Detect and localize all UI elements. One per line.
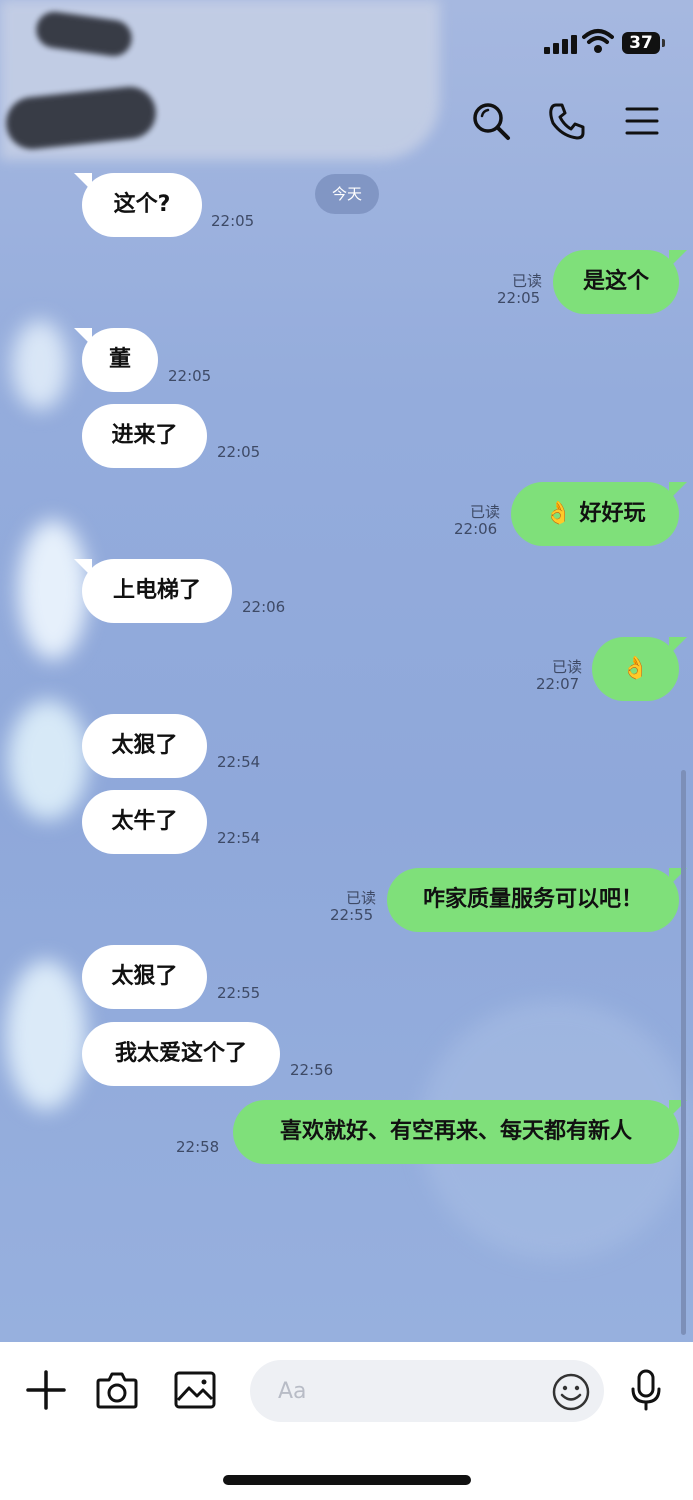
message-time: 22:06 [454, 520, 498, 538]
message-time: 22:05 [168, 367, 212, 385]
avatar [12, 320, 68, 410]
message-bubble-outgoing[interactable]: 👌 好好玩 [511, 482, 687, 546]
battery-cap [662, 39, 665, 47]
message-bubble-outgoing[interactable]: 是这个 [553, 250, 687, 314]
battery-indicator: 37 [622, 32, 660, 54]
message-time: 22:05 [211, 212, 255, 230]
avatar [18, 520, 88, 660]
message-time: 22:07 [536, 675, 580, 693]
avatar [6, 960, 86, 1110]
message-bubble-incoming[interactable]: 太狠了 [82, 714, 207, 778]
message-time: 22:56 [290, 1061, 334, 1079]
message-time: 22:54 [217, 829, 261, 847]
date-separator: 今天 [315, 174, 379, 214]
emoji-icon[interactable] [549, 1370, 593, 1414]
search-icon[interactable] [470, 100, 512, 142]
message-time: 22:05 [217, 443, 261, 461]
message-time: 22:05 [497, 289, 541, 307]
read-receipt: 已读 [511, 272, 542, 290]
signal-icon [544, 34, 578, 54]
mic-icon[interactable] [624, 1368, 668, 1412]
message-bubble-incoming[interactable]: 进来了 [82, 404, 207, 468]
scrollbar[interactable] [681, 770, 686, 1335]
camera-icon[interactable] [95, 1368, 139, 1412]
menu-icon[interactable] [621, 100, 663, 142]
home-indicator[interactable] [223, 1475, 471, 1485]
message-bubble-outgoing[interactable]: 喜欢就好、有空再来、每天都有新人 [233, 1100, 687, 1164]
status-bar: 37 [0, 0, 693, 90]
image-icon[interactable] [173, 1368, 217, 1412]
message-time: 22:58 [176, 1138, 220, 1156]
message-time: 22:06 [242, 598, 286, 616]
message-time: 22:55 [330, 906, 374, 924]
read-receipt: 已读 [469, 503, 500, 521]
message-bubble-incoming[interactable]: 我太爱这个了 [82, 1022, 280, 1086]
wifi-icon [582, 29, 614, 53]
message-bubble-incoming[interactable]: 上电梯了 [74, 559, 232, 623]
message-bubble-incoming[interactable]: 董 [74, 328, 158, 392]
message-time: 22:54 [217, 753, 261, 771]
message-bubble-incoming[interactable]: 太牛了 [82, 790, 207, 854]
message-bubble-outgoing[interactable]: 👌 [592, 637, 687, 701]
message-time: 22:55 [217, 984, 261, 1002]
message-bubble-outgoing[interactable]: 咋家质量服务可以吧！ [387, 868, 687, 932]
plus-icon[interactable] [24, 1368, 68, 1412]
phone-icon[interactable] [546, 100, 588, 142]
read-receipt: 已读 [345, 889, 376, 907]
avatar [8, 700, 88, 820]
read-receipt: 已读 [551, 658, 582, 676]
message-bubble-incoming[interactable]: 这个? [74, 173, 202, 237]
message-bubble-incoming[interactable]: 太狠了 [82, 945, 207, 1009]
